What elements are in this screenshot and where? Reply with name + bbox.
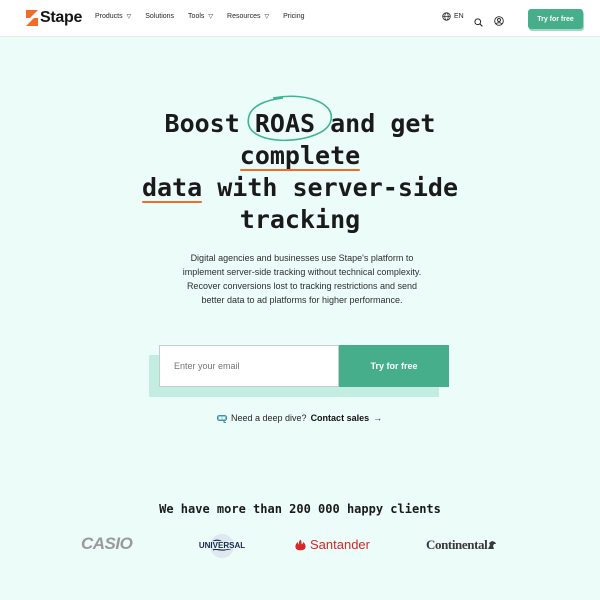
- stape-logo-icon: [26, 10, 38, 26]
- arrow-right-icon: →: [373, 413, 383, 423]
- hero-word: tracking: [239, 205, 361, 234]
- search-icon[interactable]: [474, 14, 483, 32]
- nav-item-resources[interactable]: Resources ▽: [227, 13, 269, 20]
- hero-word-data: data: [141, 173, 203, 203]
- casio-logo: CASIO: [81, 534, 133, 553]
- nav-item-tools[interactable]: Tools ▽: [188, 13, 213, 20]
- try-for-free-button[interactable]: Try for free: [339, 345, 449, 387]
- globe-icon: [442, 12, 451, 21]
- hero-word: Boost: [164, 109, 240, 138]
- chevron-down-icon: ▽: [126, 14, 132, 20]
- chevron-down-icon: ▽: [264, 14, 270, 20]
- continental-horse-icon: [488, 541, 497, 549]
- universal-wordmark: UNIVERSAL: [199, 541, 245, 550]
- santander-wordmark: Santander: [310, 537, 370, 552]
- nav-label: Solutions: [145, 13, 175, 20]
- site-header: Stape Products ▽ Solutions Tools ▽ Resou…: [0, 0, 600, 37]
- email-input[interactable]: [159, 345, 339, 387]
- nav-label: Resources: [227, 13, 261, 20]
- stape-logo[interactable]: Stape: [26, 10, 82, 26]
- santander-logo: Santander: [294, 537, 370, 552]
- hero-title-line-2: complete: [100, 140, 500, 172]
- main-nav: Products ▽ Solutions Tools ▽ Resources ▽…: [95, 13, 319, 20]
- language-label: EN: [454, 13, 464, 20]
- nav-item-solutions[interactable]: Solutions: [145, 13, 174, 20]
- nav-label: Products: [95, 13, 123, 20]
- continental-logo: Continental: [426, 537, 497, 553]
- nav-item-pricing[interactable]: Pricing: [283, 13, 304, 20]
- circle-highlight-icon: [247, 95, 332, 142]
- hero-title-line-4: tracking: [100, 204, 500, 236]
- nav-label: Tools: [188, 13, 205, 20]
- contact-prompt: Need a deep dive? Contact sales →: [217, 413, 382, 423]
- user-icon[interactable]: [494, 13, 504, 31]
- hero-word: with server-side: [217, 173, 459, 202]
- hero-description: Digital agencies and businesses use Stap…: [182, 253, 422, 305]
- logo-text: Stape: [40, 9, 83, 26]
- header-try-free-button[interactable]: Try for free: [528, 9, 583, 29]
- nav-label: Pricing: [283, 13, 305, 20]
- hero-word: and get: [330, 109, 436, 138]
- language-selector[interactable]: EN: [442, 12, 464, 21]
- continental-wordmark: Continental: [426, 537, 488, 552]
- contact-sales-link[interactable]: Contact sales: [311, 413, 370, 423]
- contact-prompt-text: Need a deep dive?: [231, 413, 307, 423]
- hero-word-complete: complete: [239, 141, 361, 171]
- clients-heading: We have more than 200 000 happy clients: [159, 502, 441, 516]
- chevron-down-icon: ▽: [208, 14, 214, 20]
- hero-title: Boost ROAS and get complete data with se…: [100, 95, 500, 236]
- universal-logo: UNIVERSAL: [196, 531, 248, 559]
- diving-mask-icon: [217, 414, 227, 423]
- roas-highlight: ROAS: [247, 95, 332, 142]
- hero-title-line-3: data with server-side: [100, 172, 500, 204]
- santander-flame-icon: [295, 539, 306, 550]
- hero-title-line-1: Boost ROAS and get: [100, 95, 500, 142]
- nav-item-products[interactable]: Products ▽: [95, 13, 131, 20]
